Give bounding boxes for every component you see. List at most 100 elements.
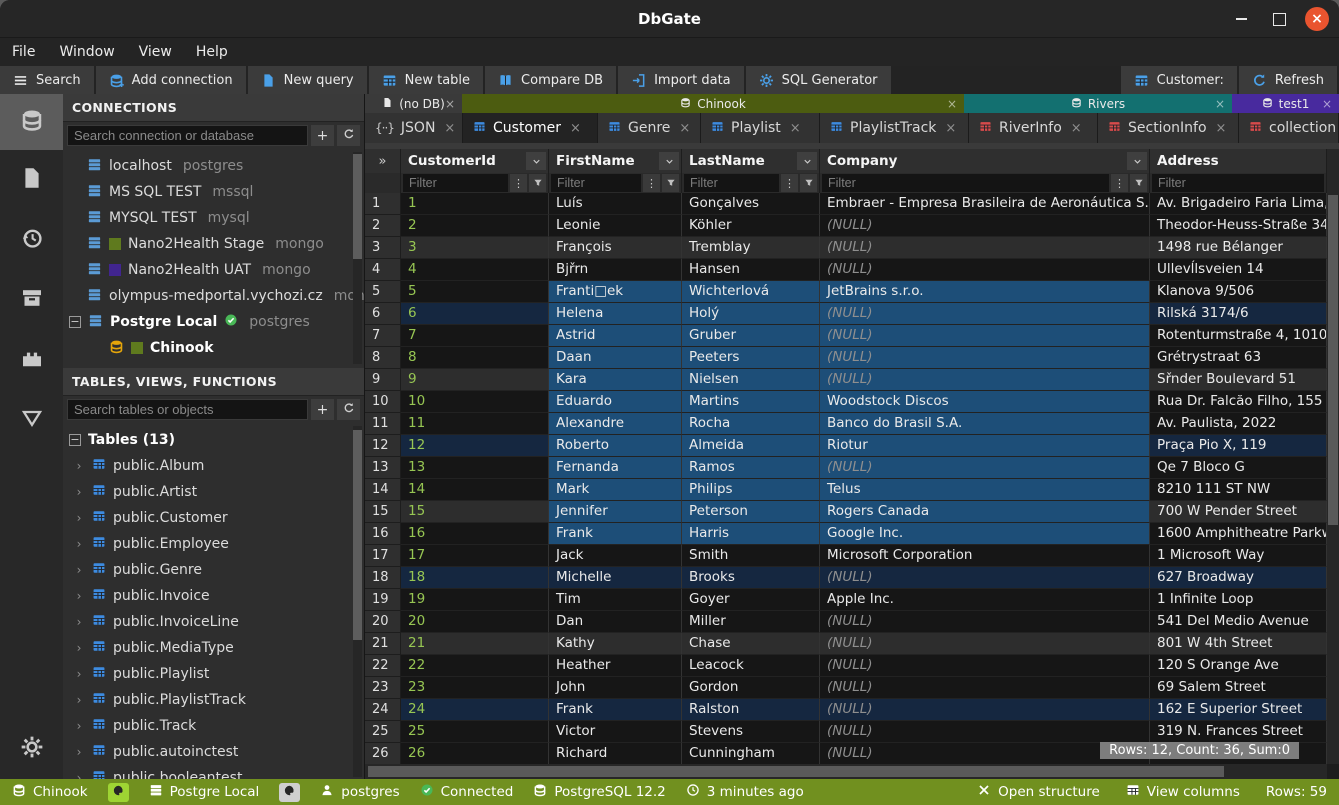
- cell-company[interactable]: Rogers Canada: [820, 501, 1150, 523]
- cell-address[interactable]: 120 S Orange Ave: [1150, 655, 1327, 677]
- cell-lastname[interactable]: Ramos: [682, 457, 820, 479]
- column-menu-button[interactable]: [659, 152, 679, 170]
- cell-lastname[interactable]: Philips: [682, 479, 820, 501]
- cell-customerid[interactable]: 24: [401, 699, 549, 721]
- cell-address[interactable]: Sřnder Boulevard 51: [1150, 369, 1327, 391]
- cell-customerid[interactable]: 15: [401, 501, 549, 523]
- cell-lastname[interactable]: Peeters: [682, 347, 820, 369]
- table-public-playlist[interactable]: ›public.Playlist: [63, 661, 364, 687]
- table-public-mediatype[interactable]: ›public.MediaType: [63, 635, 364, 661]
- close-tab-icon[interactable]: ×: [1216, 121, 1227, 136]
- menu-help[interactable]: Help: [196, 44, 228, 60]
- tables-scrollbar[interactable]: [353, 426, 362, 777]
- cell-lastname[interactable]: Smith: [682, 545, 820, 567]
- cell-firstname[interactable]: Jack: [549, 545, 682, 567]
- cell-customerid[interactable]: 11: [401, 413, 549, 435]
- cell-address[interactable]: 700 W Pender Street: [1150, 501, 1327, 523]
- cell-company[interactable]: (NULL): [820, 457, 1150, 479]
- cell-company[interactable]: (NULL): [820, 721, 1150, 743]
- filter-input-address[interactable]: [1152, 174, 1324, 192]
- filter-input-lastname[interactable]: [684, 174, 779, 192]
- cell-lastname[interactable]: Nielsen: [682, 369, 820, 391]
- cell-address[interactable]: Qe 7 Bloco G: [1150, 457, 1327, 479]
- grid-horizontal-scrollbar[interactable]: [365, 764, 1327, 779]
- filter-menu-button[interactable]: ⋮: [1111, 174, 1128, 192]
- column-menu-button[interactable]: [526, 152, 546, 170]
- expand-columns-button[interactable]: »: [365, 149, 401, 173]
- cell-address[interactable]: 1 Infinite Loop: [1150, 589, 1327, 611]
- table-public-track[interactable]: ›public.Track: [63, 713, 364, 739]
- cell-firstname[interactable]: Helena: [549, 303, 682, 325]
- tab-collection[interactable]: collection×: [1239, 113, 1338, 143]
- status-postgresql-12-2[interactable]: PostgreSQL 12.2: [533, 783, 665, 801]
- close-button[interactable]: ×: [1305, 7, 1329, 31]
- cell-address[interactable]: Ullevĺlsveien 14: [1150, 259, 1327, 281]
- cell-customerid[interactable]: 19: [401, 589, 549, 611]
- cell-firstname[interactable]: Roberto: [549, 435, 682, 457]
- table-public-invoice[interactable]: ›public.Invoice: [63, 583, 364, 609]
- cell-firstname[interactable]: Victor: [549, 721, 682, 743]
- cell-lastname[interactable]: Tremblay: [682, 237, 820, 259]
- row-number[interactable]: 13: [365, 457, 401, 479]
- cell-firstname[interactable]: Richard: [549, 743, 682, 764]
- menu-file[interactable]: File: [12, 44, 35, 60]
- cell-lastname[interactable]: Gruber: [682, 325, 820, 347]
- status-rows-59[interactable]: Rows: 59: [1266, 784, 1327, 800]
- chevron-right-icon[interactable]: ›: [73, 589, 85, 603]
- cell-lastname[interactable]: Miller: [682, 611, 820, 633]
- cell-address[interactable]: Praça Pio X, 119: [1150, 435, 1327, 457]
- cell-customerid[interactable]: 4: [401, 259, 549, 281]
- db-group-no-db[interactable]: (no DB)×: [365, 94, 462, 113]
- cell-firstname[interactable]: Kathy: [549, 633, 682, 655]
- row-number[interactable]: 7: [365, 325, 401, 347]
- column-header-address[interactable]: Address: [1150, 149, 1327, 173]
- cell-firstname[interactable]: Jennifer: [549, 501, 682, 523]
- tab-riverinfo[interactable]: RiverInfo×: [969, 113, 1097, 143]
- row-number[interactable]: 9: [365, 369, 401, 391]
- table-public-genre[interactable]: ›public.Genre: [63, 557, 364, 583]
- cell-customerid[interactable]: 3: [401, 237, 549, 259]
- connection-chinook[interactable]: Chinook: [63, 335, 364, 361]
- connection-olympus-medportal-vychozi-cz[interactable]: olympus-medportal.vychozi.czmongo: [63, 283, 364, 309]
- cell-customerid[interactable]: 18: [401, 567, 549, 589]
- cell-customerid[interactable]: 12: [401, 435, 549, 457]
- cell-lastname[interactable]: Rocha: [682, 413, 820, 435]
- maximize-button[interactable]: [1267, 7, 1291, 31]
- cell-firstname[interactable]: Eduardo: [549, 391, 682, 413]
- filter-input-firstname[interactable]: [551, 174, 641, 192]
- sidebar-archive-button[interactable]: [0, 270, 63, 330]
- cell-company[interactable]: Riotur: [820, 435, 1150, 457]
- tab-playlist[interactable]: Playlist×: [701, 113, 819, 143]
- close-tab-icon[interactable]: ×: [790, 121, 801, 136]
- table-public-playlisttrack[interactable]: ›public.PlaylistTrack: [63, 687, 364, 713]
- sidebar-query-designer-button[interactable]: [0, 390, 63, 450]
- add-connection-plus-button[interactable]: +: [311, 125, 334, 146]
- toolbar-add-connection-button[interactable]: Add connection: [96, 66, 246, 94]
- row-number[interactable]: 23: [365, 677, 401, 699]
- cell-customerid[interactable]: 26: [401, 743, 549, 764]
- close-group-icon[interactable]: ×: [1322, 97, 1332, 111]
- status-open-structure[interactable]: Open structure: [977, 783, 1100, 801]
- cell-customerid[interactable]: 23: [401, 677, 549, 699]
- row-number[interactable]: 16: [365, 523, 401, 545]
- cell-lastname[interactable]: Almeida: [682, 435, 820, 457]
- chevron-right-icon[interactable]: ›: [73, 719, 85, 733]
- table-public-customer[interactable]: ›public.Customer: [63, 505, 364, 531]
- row-number[interactable]: 2: [365, 215, 401, 237]
- cell-lastname[interactable]: Gonçalves: [682, 193, 820, 215]
- cell-company[interactable]: (NULL): [820, 699, 1150, 721]
- cell-company[interactable]: Apple Inc.: [820, 589, 1150, 611]
- cell-company[interactable]: Woodstock Discos: [820, 391, 1150, 413]
- close-group-icon[interactable]: ×: [445, 97, 455, 111]
- sidebar-history-button[interactable]: [0, 210, 63, 270]
- connection-ms-sql-test[interactable]: MS SQL TESTmssql: [63, 179, 364, 205]
- cell-customerid[interactable]: 8: [401, 347, 549, 369]
- cell-firstname[interactable]: Mark: [549, 479, 682, 501]
- cell-address[interactable]: Av. Paulista, 2022: [1150, 413, 1327, 435]
- chevron-right-icon[interactable]: ›: [73, 459, 85, 473]
- connection-nano2health-uat[interactable]: Nano2Health UATmongo: [63, 257, 364, 283]
- cell-firstname[interactable]: Franti□ek: [549, 281, 682, 303]
- row-number[interactable]: 24: [365, 699, 401, 721]
- cell-company[interactable]: (NULL): [820, 259, 1150, 281]
- cell-customerid[interactable]: 16: [401, 523, 549, 545]
